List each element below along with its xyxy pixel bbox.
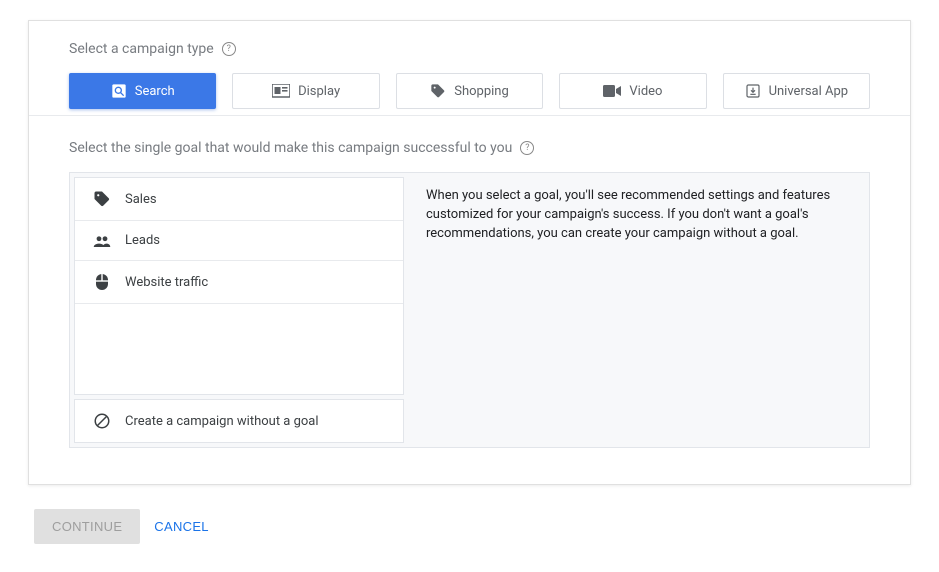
goal-item-sales[interactable]: Sales [75, 178, 403, 221]
campaign-type-label: Select a campaign type ? [69, 41, 870, 57]
goal-section: Select the single goal that would make t… [29, 115, 910, 458]
video-icon [603, 85, 621, 97]
help-icon[interactable]: ? [222, 42, 236, 56]
campaign-type-label-text: Select a campaign type [69, 41, 214, 57]
tab-video-label: Video [629, 84, 662, 99]
goal-item-label: Leads [125, 233, 160, 248]
goal-item-label: Sales [125, 192, 157, 207]
goal-panel: Sales Leads [69, 172, 870, 448]
tab-display-label: Display [298, 84, 340, 99]
goal-item-website-traffic[interactable]: Website traffic [75, 261, 403, 304]
goal-description: When you select a goal, you'll see recom… [408, 177, 865, 443]
campaign-type-tabs: Search Display Shopping [69, 73, 870, 109]
goal-item-label: Website traffic [125, 275, 208, 290]
tab-search-label: Search [135, 84, 175, 99]
campaign-card: Select a campaign type ? Search Display [28, 20, 911, 485]
create-without-goal-label: Create a campaign without a goal [125, 414, 319, 429]
create-without-goal[interactable]: Create a campaign without a goal [74, 399, 404, 443]
tab-shopping-label: Shopping [454, 84, 509, 99]
continue-button[interactable]: CONTINUE [34, 509, 140, 544]
tab-universal-app[interactable]: Universal App [723, 73, 870, 109]
goal-label: Select the single goal that would make t… [69, 140, 870, 156]
footer: CONTINUE CANCEL [28, 485, 911, 544]
tab-display[interactable]: Display [232, 73, 379, 109]
people-icon [93, 234, 111, 248]
help-icon[interactable]: ? [520, 141, 534, 155]
search-icon [111, 83, 127, 99]
tab-search[interactable]: Search [69, 73, 216, 109]
tab-universal-app-label: Universal App [769, 84, 849, 99]
no-goal-icon [93, 412, 111, 430]
display-icon [272, 84, 290, 98]
download-icon [745, 83, 761, 99]
goal-item-leads[interactable]: Leads [75, 221, 403, 261]
tag-icon [93, 190, 111, 208]
cancel-button[interactable]: CANCEL [154, 519, 209, 534]
goal-label-text: Select the single goal that would make t… [69, 140, 512, 156]
tag-icon [430, 83, 446, 99]
goal-list: Sales Leads [74, 177, 404, 395]
tab-shopping[interactable]: Shopping [396, 73, 543, 109]
tab-video[interactable]: Video [559, 73, 706, 109]
mouse-icon [93, 273, 111, 291]
